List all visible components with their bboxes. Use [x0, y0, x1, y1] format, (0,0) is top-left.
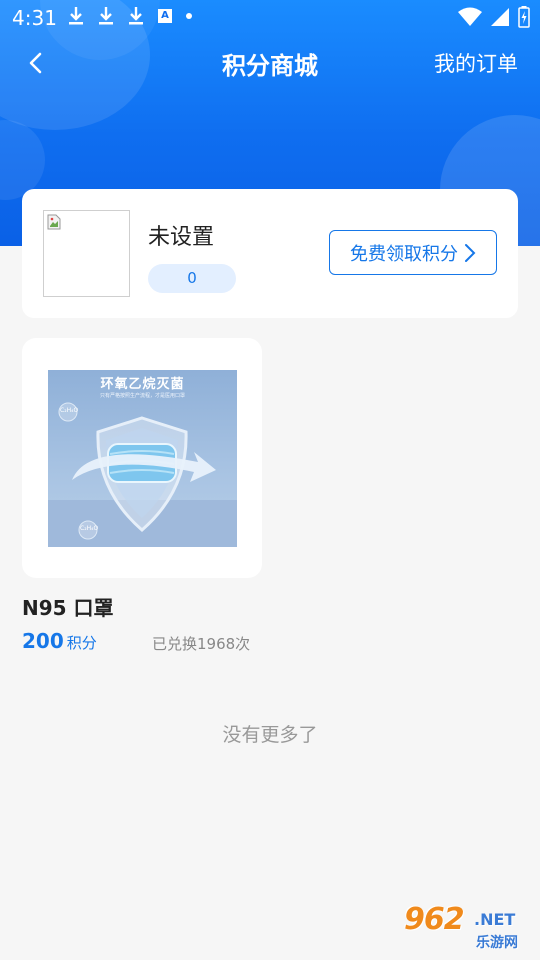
battery-icon [518, 6, 530, 28]
watermark-cn: 乐游网 [476, 935, 518, 951]
my-orders-link[interactable]: 我的订单 [434, 48, 518, 78]
status-left-icons: A [68, 6, 192, 26]
status-bar: 4:31 A [0, 0, 540, 36]
status-time: 4:31 [12, 6, 57, 30]
watermark-net: .NET [474, 910, 516, 929]
wifi-icon [458, 7, 482, 26]
product-card[interactable]: 环氧乙烷灭菌 只有严格按照生产流程，才是医用口罩 C₂H₄O C₂H₄O [22, 338, 262, 578]
free-points-label: 免费领取积分 [350, 243, 458, 265]
user-points-card: 未设置 0 免费领取积分 [22, 189, 518, 318]
text-a-icon: A [158, 9, 172, 23]
points-balance: 0 [148, 264, 236, 293]
status-right-icons [458, 6, 530, 28]
watermark-logo: 962 .NET 乐游网 [404, 902, 532, 954]
watermark-number: 962 [404, 902, 465, 937]
avatar[interactable] [43, 210, 130, 297]
signal-icon [491, 8, 509, 26]
image-subtitle: 只有严格按照生产流程，才是医用口罩 [99, 393, 185, 399]
product-price: 200 积分 [22, 629, 97, 653]
header-decoration [0, 120, 45, 200]
download-icon [129, 7, 143, 25]
image-title: 环氧乙烷灭菌 [100, 377, 185, 392]
free-points-button[interactable]: 免费领取积分 [329, 230, 497, 275]
product-name[interactable]: N95 口罩 [22, 592, 114, 621]
no-more-text: 没有更多了 [222, 724, 318, 746]
chevron-right-icon [465, 243, 476, 262]
download-icon [69, 7, 83, 25]
dot-icon [186, 13, 192, 19]
user-name: 未设置 [148, 225, 215, 250]
price-value: 200 [22, 629, 64, 653]
download-icon [99, 7, 113, 25]
product-image: 环氧乙烷灭菌 只有严格按照生产流程，才是医用口罩 C₂H₄O C₂H₄O [48, 370, 237, 547]
nav-bar: 积分商城 我的订单 [0, 36, 540, 90]
image-badge: C₂H₄O [80, 525, 99, 532]
redeemed-count: 已兑换1968次 [152, 635, 251, 653]
broken-image-icon [47, 214, 61, 230]
price-unit: 积分 [66, 634, 97, 652]
image-badge: C₂H₄O [60, 407, 79, 414]
